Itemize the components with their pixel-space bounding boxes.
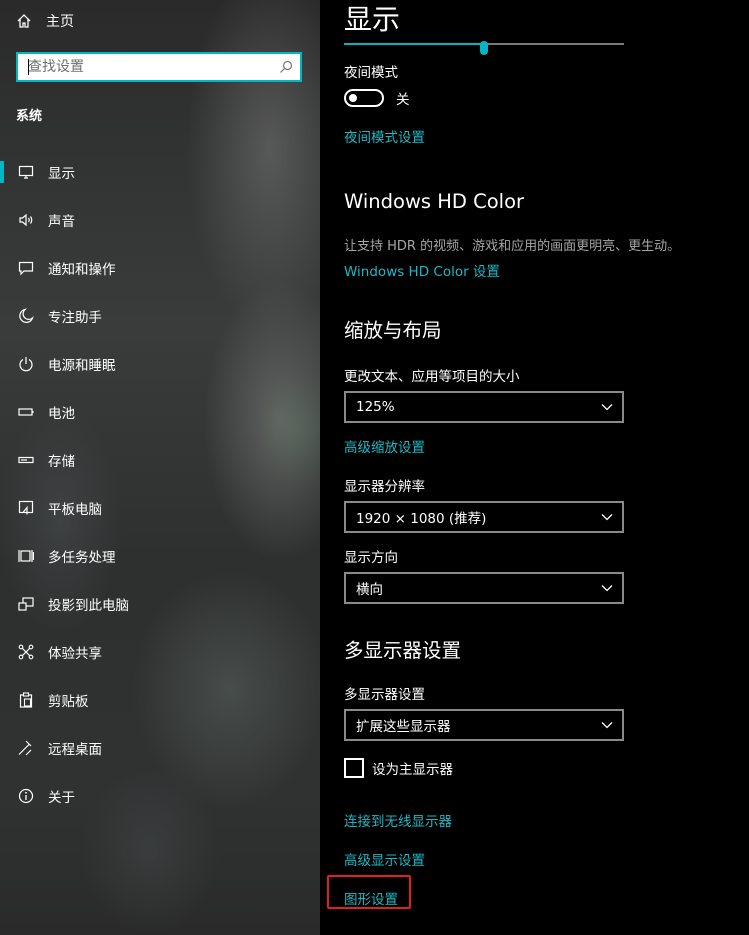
sidebar-item-label: 专注助手 — [48, 310, 102, 326]
sidebar-item-label: 电池 — [48, 406, 75, 422]
scale-dropdown-value: 125% — [356, 399, 395, 415]
project-icon — [16, 594, 36, 614]
orientation-label: 显示方向 — [344, 550, 398, 566]
multi-display-dropdown-value: 扩展这些显示器 — [356, 719, 451, 735]
sidebar-item-storage[interactable]: 存储 — [0, 436, 320, 484]
sidebar-item-project[interactable]: 投影到此电脑 — [0, 580, 320, 628]
sidebar-item-display[interactable]: 显示 — [0, 148, 320, 196]
search-input[interactable] — [18, 54, 272, 80]
night-light-state: 关 — [396, 92, 410, 108]
resolution-label: 显示器分辨率 — [344, 479, 425, 495]
sidebar-nav: 显示 声音 通知和操作 专注助手 电源和睡眠 电池 存储 平板电脑 多任务处理 … — [0, 148, 320, 820]
brightness-slider-thumb[interactable] — [480, 41, 488, 55]
orientation-dropdown[interactable]: 横向 — [344, 572, 624, 604]
sidebar-item-sound[interactable]: 声音 — [0, 196, 320, 244]
night-light-toggle-row: 关 — [344, 88, 410, 108]
sidebar-item-label: 投影到此电脑 — [48, 598, 129, 614]
scale-layout-heading: 缩放与布局 — [344, 319, 442, 342]
speaker-icon — [16, 210, 36, 230]
sidebar-item-label: 剪贴板 — [48, 694, 89, 710]
info-icon — [16, 786, 36, 806]
night-light-label: 夜间模式 — [344, 65, 398, 81]
sidebar-item-remote-desktop[interactable]: 远程桌面 — [0, 724, 320, 772]
search-box[interactable] — [16, 52, 302, 82]
hd-color-description: 让支持 HDR 的视频、游戏和应用的画面更明亮、更生动。 — [344, 239, 681, 254]
home-label: 主页 — [46, 14, 74, 30]
sidebar-item-label: 电源和睡眠 — [48, 358, 116, 374]
primary-display-label: 设为主显示器 — [372, 762, 453, 778]
brightness-slider-fill — [344, 43, 484, 45]
sidebar-item-power-sleep[interactable]: 电源和睡眠 — [0, 340, 320, 388]
sidebar-item-label: 多任务处理 — [48, 550, 116, 566]
sidebar-item-tablet[interactable]: 平板电脑 — [0, 484, 320, 532]
sidebar-item-clipboard[interactable]: 剪贴板 — [0, 676, 320, 724]
sidebar: 主页 系统 显示 声音 通知和操作 — [0, 0, 320, 935]
search-icon[interactable] — [272, 54, 300, 80]
tablet-icon — [16, 498, 36, 518]
sidebar-item-label: 通知和操作 — [48, 262, 116, 278]
sidebar-item-label: 声音 — [48, 214, 75, 230]
notification-icon — [16, 258, 36, 278]
section-title: 系统 — [16, 109, 43, 124]
sidebar-item-notifications[interactable]: 通知和操作 — [0, 244, 320, 292]
primary-display-checkbox[interactable] — [344, 758, 364, 778]
chevron-down-icon — [600, 719, 614, 731]
orientation-dropdown-value: 横向 — [356, 582, 383, 598]
toggle-knob — [349, 94, 357, 102]
primary-display-row: 设为主显示器 — [344, 758, 453, 778]
text-caret — [28, 59, 29, 75]
connect-wireless-display-link[interactable]: 连接到无线显示器 — [344, 810, 452, 830]
multi-display-dropdown[interactable]: 扩展这些显示器 — [344, 709, 624, 741]
sidebar-item-label: 显示 — [48, 166, 75, 182]
sidebar-item-label: 平板电脑 — [48, 502, 102, 518]
scale-label: 更改文本、应用等项目的大小 — [344, 369, 520, 385]
advanced-display-settings-link[interactable]: 高级显示设置 — [344, 849, 425, 869]
page-title: 显示 — [344, 3, 401, 36]
share-icon — [16, 642, 36, 662]
graphics-settings-link[interactable]: 图形设置 — [344, 888, 398, 908]
monitor-icon — [16, 162, 36, 182]
clipboard-icon — [16, 690, 36, 710]
sidebar-item-battery[interactable]: 电池 — [0, 388, 320, 436]
remote-icon — [16, 738, 36, 758]
multitask-icon — [16, 546, 36, 566]
chevron-down-icon — [600, 401, 614, 413]
night-light-toggle[interactable] — [344, 89, 384, 107]
sidebar-item-label: 关于 — [48, 790, 75, 806]
resolution-dropdown[interactable]: 1920 × 1080 (推荐) — [344, 501, 624, 533]
multi-display-label: 多显示器设置 — [344, 687, 425, 703]
sidebar-item-about[interactable]: 关于 — [0, 772, 320, 820]
sidebar-item-focus-assist[interactable]: 专注助手 — [0, 292, 320, 340]
night-light-settings-link[interactable]: 夜间模式设置 — [344, 126, 425, 146]
chevron-down-icon — [600, 582, 614, 594]
chevron-down-icon — [600, 511, 614, 523]
sidebar-item-label: 存储 — [48, 454, 75, 470]
advanced-scaling-link[interactable]: 高级缩放设置 — [344, 436, 425, 456]
home-icon — [16, 13, 32, 29]
power-icon — [16, 354, 36, 374]
hd-color-settings-link[interactable]: Windows HD Color 设置 — [344, 260, 500, 280]
resolution-dropdown-value: 1920 × 1080 (推荐) — [356, 511, 487, 527]
hd-color-heading: Windows HD Color — [344, 190, 525, 213]
storage-icon — [16, 450, 36, 470]
multi-display-heading: 多显示器设置 — [344, 639, 462, 662]
scale-dropdown[interactable]: 125% — [344, 391, 624, 423]
sidebar-item-shared-experiences[interactable]: 体验共享 — [0, 628, 320, 676]
battery-icon — [16, 402, 36, 422]
sidebar-item-label: 远程桌面 — [48, 742, 102, 758]
moon-icon — [16, 306, 36, 326]
sidebar-item-multitasking[interactable]: 多任务处理 — [0, 532, 320, 580]
sidebar-item-label: 体验共享 — [48, 646, 102, 662]
main-panel: 显示 夜间模式 关 夜间模式设置 Windows HD Color 让支持 HD… — [320, 0, 749, 935]
home-nav-item[interactable]: 主页 — [16, 8, 74, 34]
